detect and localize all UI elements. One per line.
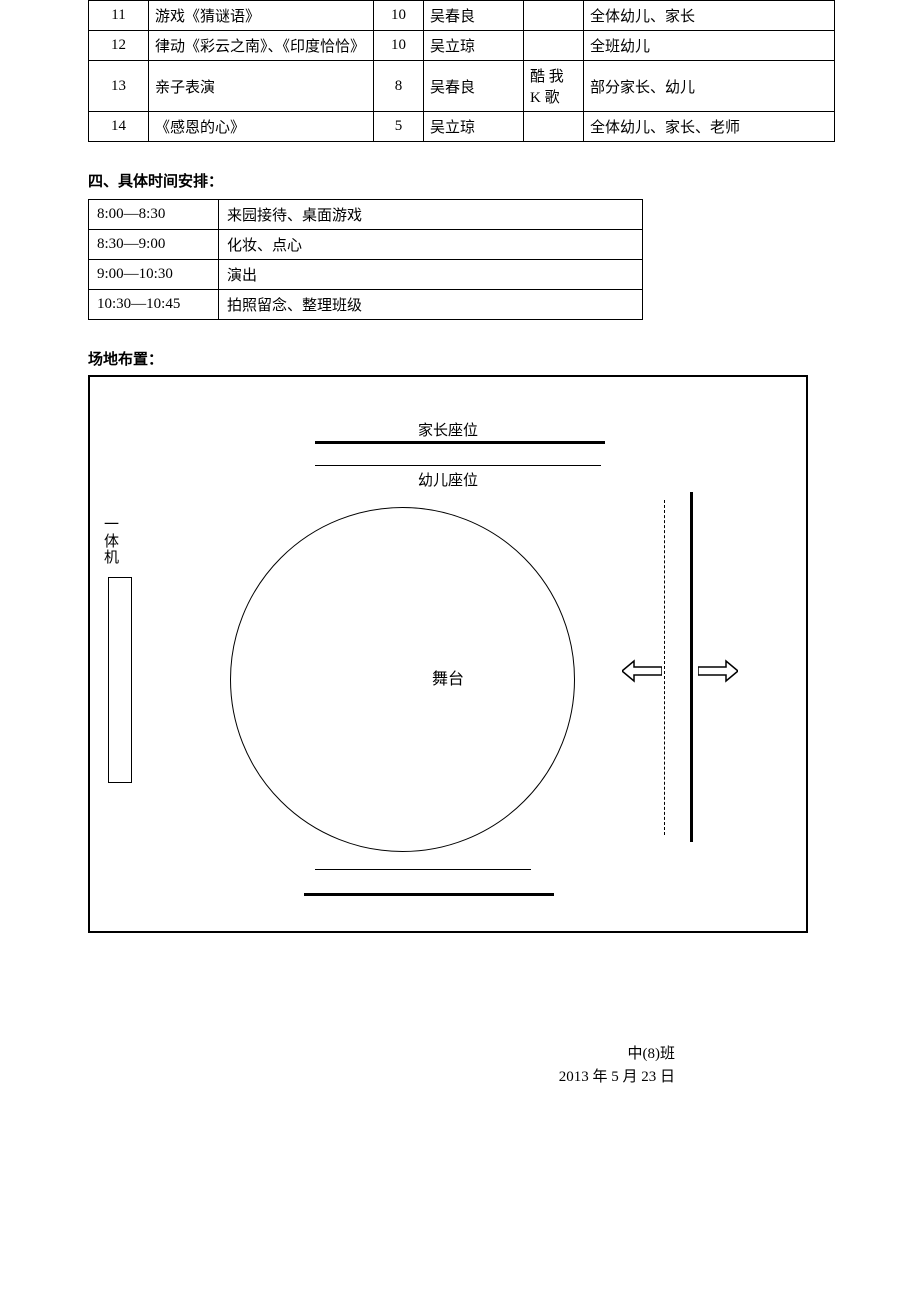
table-row: 13亲子表演8吴春良酷 我 K 歌部分家长、幼儿 xyxy=(89,61,835,112)
cell-item: 亲子表演 xyxy=(149,61,374,112)
table-row: 11游戏《猜谜语》10吴春良 全体幼儿、家长 xyxy=(89,1,835,31)
cell-aud: 全体幼儿、家长、老师 xyxy=(584,112,835,142)
cell-host: 吴立琼 xyxy=(424,112,524,142)
footer-class: 中(8)班 xyxy=(88,1043,675,1066)
cell-aud: 部分家长、幼儿 xyxy=(584,61,835,112)
cell-no: 14 xyxy=(89,112,149,142)
thick-line-bottom xyxy=(304,893,554,896)
cell-no: 11 xyxy=(89,1,149,31)
program-table: 11游戏《猜谜语》10吴春良全体幼儿、家长12律动《彩云之南》、《印度恰恰》10… xyxy=(88,0,835,142)
table-row: 10:30—10:45拍照留念、整理班级 xyxy=(89,290,643,320)
cell-dur: 10 xyxy=(374,31,424,61)
cell-note: 酷 我 K 歌 xyxy=(524,61,584,112)
parent-seat-label: 家长座位 xyxy=(90,419,806,440)
cell-item: 《感恩的心》 xyxy=(149,112,374,142)
cell-dur: 10 xyxy=(374,1,424,31)
dashed-line xyxy=(664,500,665,835)
table-row: 8:30—9:00化妆、点心 xyxy=(89,230,643,260)
pc-label: 一体机 xyxy=(104,517,122,567)
cell-no: 13 xyxy=(89,61,149,112)
cell-time: 8:00—8:30 xyxy=(89,200,219,230)
time-schedule-table: 8:00—8:30来园接待、桌面游戏8:30—9:00化妆、点心9:00—10:… xyxy=(88,199,643,320)
cell-act: 演出 xyxy=(219,260,643,290)
cell-time: 9:00—10:30 xyxy=(89,260,219,290)
arrow-left-icon xyxy=(622,659,662,688)
cell-dur: 8 xyxy=(374,61,424,112)
parent-seat-line xyxy=(315,441,605,444)
cell-time: 10:30—10:45 xyxy=(89,290,219,320)
cell-aud: 全班幼儿 xyxy=(584,31,835,61)
table-row: 8:00—8:30来园接待、桌面游戏 xyxy=(89,200,643,230)
footer: 中(8)班 2013 年 5 月 23 日 xyxy=(88,1043,835,1088)
cell-dur: 5 xyxy=(374,112,424,142)
table-row: 9:00—10:30演出 xyxy=(89,260,643,290)
cell-note xyxy=(524,31,584,61)
underline-top xyxy=(315,465,601,466)
cell-host: 吴春良 xyxy=(424,61,524,112)
venue-heading: 场地布置： xyxy=(88,348,835,369)
cell-act: 来园接待、桌面游戏 xyxy=(219,200,643,230)
table-row: 12律动《彩云之南》、《印度恰恰》10吴立琼 全班幼儿 xyxy=(89,31,835,61)
child-seat-label: 幼儿座位 xyxy=(90,469,806,490)
cell-no: 12 xyxy=(89,31,149,61)
venue-diagram: 家长座位 幼儿座位 一体机 舞台 xyxy=(88,375,808,933)
cell-act: 化妆、点心 xyxy=(219,230,643,260)
solid-line xyxy=(690,492,693,842)
cell-time: 8:30—9:00 xyxy=(89,230,219,260)
cell-item: 律动《彩云之南》、《印度恰恰》 xyxy=(149,31,374,61)
table-row: 14《感恩的心》5吴立琼 全体幼儿、家长、老师 xyxy=(89,112,835,142)
cell-item: 游戏《猜谜语》 xyxy=(149,1,374,31)
cell-note xyxy=(524,1,584,31)
cell-note xyxy=(524,112,584,142)
cell-host: 吴春良 xyxy=(424,1,524,31)
footer-date: 2013 年 5 月 23 日 xyxy=(88,1066,675,1089)
time-schedule-heading: 四、具体时间安排： xyxy=(88,170,835,191)
cell-host: 吴立琼 xyxy=(424,31,524,61)
cell-act: 拍照留念、整理班级 xyxy=(219,290,643,320)
arrow-right-icon xyxy=(698,659,738,688)
underline-bottom xyxy=(315,869,531,870)
cell-aud: 全体幼儿、家长 xyxy=(584,1,835,31)
